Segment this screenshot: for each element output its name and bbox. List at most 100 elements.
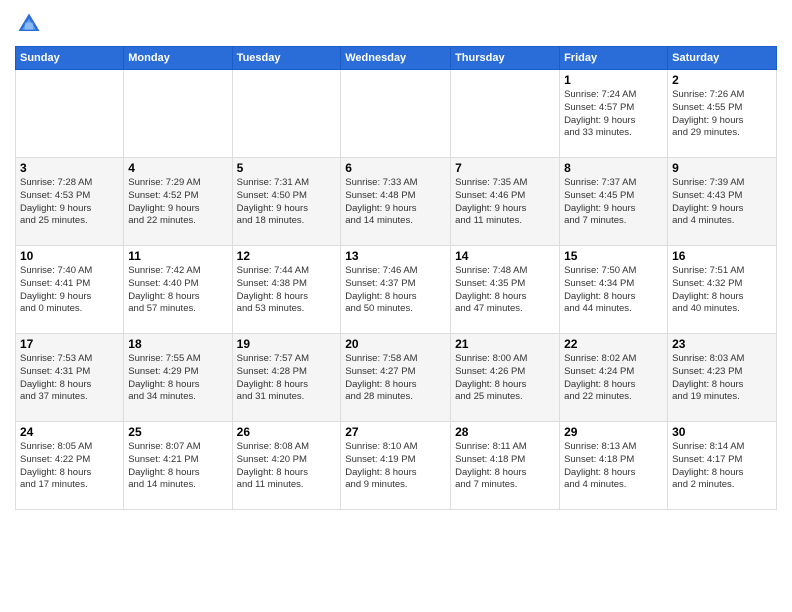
day-info: Sunrise: 7:53 AM Sunset: 4:31 PM Dayligh… bbox=[20, 353, 119, 404]
day-info: Sunrise: 7:46 AM Sunset: 4:37 PM Dayligh… bbox=[345, 265, 446, 316]
calendar-cell: 14 Sunrise: 7:48 AM Sunset: 4:35 PM Dayli… bbox=[451, 246, 560, 334]
calendar-cell: 4 Sunrise: 7:29 AM Sunset: 4:52 PM Daylig… bbox=[124, 158, 232, 246]
day-number: 1 bbox=[564, 73, 663, 87]
day-number: 5 bbox=[237, 161, 337, 175]
day-info: Sunrise: 7:51 AM Sunset: 4:32 PM Dayligh… bbox=[672, 265, 772, 316]
calendar-cell bbox=[341, 70, 451, 158]
calendar-cell: 22 Sunrise: 8:02 AM Sunset: 4:24 PM Dayli… bbox=[560, 334, 668, 422]
calendar-header-row: SundayMondayTuesdayWednesdayThursdayFrid… bbox=[16, 47, 777, 70]
day-info: Sunrise: 7:26 AM Sunset: 4:55 PM Dayligh… bbox=[672, 89, 772, 140]
weekday-header: Wednesday bbox=[341, 47, 451, 70]
day-number: 20 bbox=[345, 337, 446, 351]
day-info: Sunrise: 7:50 AM Sunset: 4:34 PM Dayligh… bbox=[564, 265, 663, 316]
weekday-header: Saturday bbox=[668, 47, 777, 70]
day-info: Sunrise: 7:39 AM Sunset: 4:43 PM Dayligh… bbox=[672, 177, 772, 228]
day-number: 24 bbox=[20, 425, 119, 439]
day-number: 25 bbox=[128, 425, 227, 439]
day-number: 9 bbox=[672, 161, 772, 175]
calendar-cell: 18Sunrise: 7:55 AM Sunset: 4:29 PM Dayli… bbox=[124, 334, 232, 422]
day-info: Sunrise: 7:44 AM Sunset: 4:38 PM Dayligh… bbox=[237, 265, 337, 316]
calendar-cell: 29 Sunrise: 8:13 AM Sunset: 4:18 PM Dayli… bbox=[560, 422, 668, 510]
calendar-week-row: 24Sunrise: 8:05 AM Sunset: 4:22 PM Dayli… bbox=[16, 422, 777, 510]
calendar-week-row: 17 Sunrise: 7:53 AM Sunset: 4:31 PM Dayli… bbox=[16, 334, 777, 422]
day-number: 15 bbox=[564, 249, 663, 263]
day-number: 2 bbox=[672, 73, 772, 87]
day-info: Sunrise: 8:13 AM Sunset: 4:18 PM Dayligh… bbox=[564, 441, 663, 492]
calendar-cell: 13 Sunrise: 7:46 AM Sunset: 4:37 PM Dayli… bbox=[341, 246, 451, 334]
day-info: Sunrise: 8:00 AM Sunset: 4:26 PM Dayligh… bbox=[455, 353, 555, 404]
day-number: 14 bbox=[455, 249, 555, 263]
day-info: Sunrise: 8:07 AM Sunset: 4:21 PM Dayligh… bbox=[128, 441, 227, 492]
day-number: 12 bbox=[237, 249, 337, 263]
logo bbox=[15, 10, 47, 38]
calendar-cell: 7 Sunrise: 7:35 AM Sunset: 4:46 PM Daylig… bbox=[451, 158, 560, 246]
day-info: Sunrise: 7:58 AM Sunset: 4:27 PM Dayligh… bbox=[345, 353, 446, 404]
calendar-cell: 19Sunrise: 7:57 AM Sunset: 4:28 PM Dayli… bbox=[232, 334, 341, 422]
day-info: Sunrise: 8:10 AM Sunset: 4:19 PM Dayligh… bbox=[345, 441, 446, 492]
day-number: 26 bbox=[237, 425, 337, 439]
calendar-cell bbox=[451, 70, 560, 158]
weekday-header: Tuesday bbox=[232, 47, 341, 70]
calendar-cell: 26 Sunrise: 8:08 AM Sunset: 4:20 PM Dayli… bbox=[232, 422, 341, 510]
calendar-cell: 30 Sunrise: 8:14 AM Sunset: 4:17 PM Dayli… bbox=[668, 422, 777, 510]
day-info: Sunrise: 8:08 AM Sunset: 4:20 PM Dayligh… bbox=[237, 441, 337, 492]
day-number: 13 bbox=[345, 249, 446, 263]
calendar-cell: 2 Sunrise: 7:26 AM Sunset: 4:55 PM Daylig… bbox=[668, 70, 777, 158]
day-number: 6 bbox=[345, 161, 446, 175]
day-number: 23 bbox=[672, 337, 772, 351]
day-number: 28 bbox=[455, 425, 555, 439]
calendar-cell: 3Sunrise: 7:28 AM Sunset: 4:53 PM Daylig… bbox=[16, 158, 124, 246]
day-number: 30 bbox=[672, 425, 772, 439]
day-number: 10 bbox=[20, 249, 119, 263]
calendar-cell: 21Sunrise: 8:00 AM Sunset: 4:26 PM Dayli… bbox=[451, 334, 560, 422]
day-info: Sunrise: 7:40 AM Sunset: 4:41 PM Dayligh… bbox=[20, 265, 119, 316]
calendar-cell: 1 Sunrise: 7:24 AM Sunset: 4:57 PM Daylig… bbox=[560, 70, 668, 158]
day-info: Sunrise: 8:03 AM Sunset: 4:23 PM Dayligh… bbox=[672, 353, 772, 404]
day-info: Sunrise: 8:14 AM Sunset: 4:17 PM Dayligh… bbox=[672, 441, 772, 492]
calendar-cell: 12 Sunrise: 7:44 AM Sunset: 4:38 PM Dayli… bbox=[232, 246, 341, 334]
calendar-cell: 20 Sunrise: 7:58 AM Sunset: 4:27 PM Dayli… bbox=[341, 334, 451, 422]
logo-icon bbox=[15, 10, 43, 38]
calendar-cell bbox=[124, 70, 232, 158]
day-number: 18 bbox=[128, 337, 227, 351]
day-info: Sunrise: 7:35 AM Sunset: 4:46 PM Dayligh… bbox=[455, 177, 555, 228]
weekday-header: Friday bbox=[560, 47, 668, 70]
day-number: 16 bbox=[672, 249, 772, 263]
day-number: 17 bbox=[20, 337, 119, 351]
calendar-cell: 15 Sunrise: 7:50 AM Sunset: 4:34 PM Dayli… bbox=[560, 246, 668, 334]
day-info: Sunrise: 7:24 AM Sunset: 4:57 PM Dayligh… bbox=[564, 89, 663, 140]
day-info: Sunrise: 7:29 AM Sunset: 4:52 PM Dayligh… bbox=[128, 177, 227, 228]
calendar-cell: 25 Sunrise: 8:07 AM Sunset: 4:21 PM Dayli… bbox=[124, 422, 232, 510]
page: SundayMondayTuesdayWednesdayThursdayFrid… bbox=[0, 0, 792, 612]
day-number: 7 bbox=[455, 161, 555, 175]
calendar-cell bbox=[232, 70, 341, 158]
calendar-cell: 5 Sunrise: 7:31 AM Sunset: 4:50 PM Daylig… bbox=[232, 158, 341, 246]
calendar-cell: 10 Sunrise: 7:40 AM Sunset: 4:41 PM Dayli… bbox=[16, 246, 124, 334]
calendar-cell: 16 Sunrise: 7:51 AM Sunset: 4:32 PM Dayli… bbox=[668, 246, 777, 334]
calendar-cell bbox=[16, 70, 124, 158]
day-info: Sunrise: 7:42 AM Sunset: 4:40 PM Dayligh… bbox=[128, 265, 227, 316]
weekday-header: Sunday bbox=[16, 47, 124, 70]
calendar-cell: 24Sunrise: 8:05 AM Sunset: 4:22 PM Dayli… bbox=[16, 422, 124, 510]
weekday-header: Monday bbox=[124, 47, 232, 70]
day-number: 22 bbox=[564, 337, 663, 351]
calendar-cell: 27Sunrise: 8:10 AM Sunset: 4:19 PM Dayli… bbox=[341, 422, 451, 510]
day-number: 8 bbox=[564, 161, 663, 175]
day-info: Sunrise: 8:02 AM Sunset: 4:24 PM Dayligh… bbox=[564, 353, 663, 404]
weekday-header: Thursday bbox=[451, 47, 560, 70]
day-number: 29 bbox=[564, 425, 663, 439]
calendar-cell: 8 Sunrise: 7:37 AM Sunset: 4:45 PM Daylig… bbox=[560, 158, 668, 246]
day-info: Sunrise: 7:48 AM Sunset: 4:35 PM Dayligh… bbox=[455, 265, 555, 316]
day-number: 11 bbox=[128, 249, 227, 263]
day-info: Sunrise: 7:57 AM Sunset: 4:28 PM Dayligh… bbox=[237, 353, 337, 404]
day-info: Sunrise: 7:37 AM Sunset: 4:45 PM Dayligh… bbox=[564, 177, 663, 228]
header bbox=[15, 10, 777, 38]
calendar-cell: 17 Sunrise: 7:53 AM Sunset: 4:31 PM Dayli… bbox=[16, 334, 124, 422]
day-info: Sunrise: 7:31 AM Sunset: 4:50 PM Dayligh… bbox=[237, 177, 337, 228]
calendar-cell: 9 Sunrise: 7:39 AM Sunset: 4:43 PM Daylig… bbox=[668, 158, 777, 246]
calendar-table: SundayMondayTuesdayWednesdayThursdayFrid… bbox=[15, 46, 777, 510]
calendar-cell: 28Sunrise: 8:11 AM Sunset: 4:18 PM Dayli… bbox=[451, 422, 560, 510]
calendar-cell: 6Sunrise: 7:33 AM Sunset: 4:48 PM Daylig… bbox=[341, 158, 451, 246]
calendar-cell: 23 Sunrise: 8:03 AM Sunset: 4:23 PM Dayli… bbox=[668, 334, 777, 422]
day-number: 4 bbox=[128, 161, 227, 175]
